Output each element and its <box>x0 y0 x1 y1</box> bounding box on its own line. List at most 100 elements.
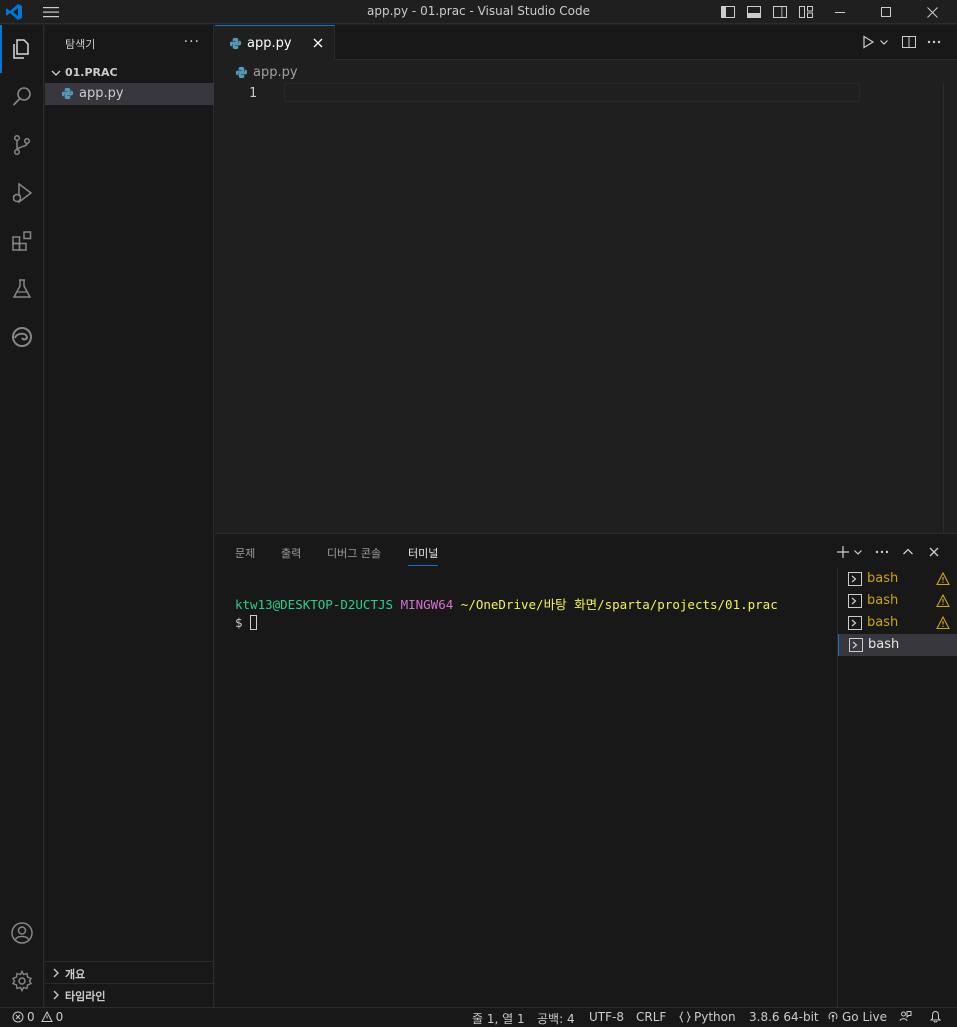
terminal-label: bash <box>867 593 899 608</box>
chevron-right-icon <box>53 990 59 1000</box>
activity-accounts[interactable] <box>0 909 44 957</box>
breadcrumb: app.py <box>215 61 957 83</box>
broadcast-icon <box>828 1011 838 1022</box>
sidebar-header: 탐색기 ··· <box>45 25 214 61</box>
outline-section[interactable]: 개요 <box>45 961 214 983</box>
toggle-primary-sidebar-icon[interactable] <box>720 4 736 20</box>
outline-label: 개요 <box>65 968 86 981</box>
end-of-line[interactable]: CRLF <box>636 1010 666 1024</box>
activity-edge-devtools[interactable] <box>0 313 44 361</box>
more-actions-icon[interactable] <box>926 34 942 50</box>
close-window-button[interactable] <box>909 0 955 24</box>
maximize-icon <box>881 7 891 17</box>
settings-gear-icon <box>11 969 33 993</box>
python-file-icon <box>235 66 248 79</box>
tab-app-py[interactable]: app.py <box>215 25 335 60</box>
explorer-sidebar: 탐색기 ··· 01.PRAC app.py 개요 타임라인 <box>45 25 214 1007</box>
minimize-button[interactable] <box>817 0 863 24</box>
timeline-label: 타임라인 <box>65 990 106 1003</box>
hamburger-menu-icon[interactable] <box>42 5 60 19</box>
breadcrumb-file[interactable]: app.py <box>253 65 298 80</box>
run-python-file-icon[interactable] <box>860 34 876 50</box>
split-editor-icon[interactable] <box>901 34 917 50</box>
terminal-instance[interactable]: bash <box>838 568 957 590</box>
terminal-label: bash <box>868 637 900 652</box>
tab-debug-console[interactable]: 디버그 콘솔 <box>327 545 381 565</box>
tab-output[interactable]: 출력 <box>281 545 301 565</box>
more-actions-icon[interactable]: ··· <box>184 34 200 50</box>
feedback-icon <box>899 1011 912 1022</box>
interpreter-label: 3.8.6 64-bit <box>749 1010 819 1024</box>
line-number: 1 <box>249 86 257 101</box>
activity-bar <box>0 25 44 1007</box>
activity-extensions[interactable] <box>0 217 44 265</box>
workspace-folder[interactable]: 01.PRAC <box>45 63 214 83</box>
eol-label: CRLF <box>636 1010 667 1024</box>
toggle-panel-icon[interactable] <box>746 4 762 20</box>
encoding[interactable]: UTF-8 <box>589 1010 624 1024</box>
activity-search[interactable] <box>0 73 44 121</box>
customize-layout-icon[interactable] <box>798 4 814 20</box>
indentation-label: 공백: 4 <box>537 1012 575 1026</box>
go-live-button[interactable]: Go Live <box>827 1010 887 1024</box>
cursor-position-label: 줄 1, 열 1 <box>472 1012 525 1026</box>
file-item-app-py[interactable]: app.py <box>45 83 214 105</box>
terminal-instance[interactable]: bash <box>838 590 957 612</box>
terminal-dropdown-chevron-icon[interactable] <box>852 544 864 560</box>
activity-testing[interactable] <box>0 265 44 313</box>
terminal-prompt: $ <box>235 615 243 630</box>
chevron-right-icon <box>53 968 59 978</box>
account-icon <box>11 922 33 944</box>
folder-label: 01.PRAC <box>65 66 118 79</box>
python-interpreter[interactable]: 3.8.6 64-bit <box>749 1010 819 1024</box>
warning-icon <box>936 616 950 630</box>
sidebar-title: 탐색기 <box>65 38 96 51</box>
close-tab-icon[interactable] <box>310 35 326 51</box>
maximize-panel-chevron-up-icon[interactable] <box>900 544 916 560</box>
search-icon <box>12 87 31 106</box>
terminal-label: bash <box>867 615 899 630</box>
bottom-panel: 문제 출력 디버그 콘솔 터미널 ktw13@DESKTOP-D2UCTJS M… <box>215 533 957 1008</box>
encoding-label: UTF-8 <box>589 1010 624 1024</box>
warning-icon <box>936 572 950 586</box>
tab-problems[interactable]: 문제 <box>235 545 255 565</box>
terminal-instance[interactable]: bash <box>838 612 957 634</box>
close-panel-icon[interactable] <box>926 544 942 560</box>
tab-terminal[interactable]: 터미널 <box>408 545 439 566</box>
close-icon <box>926 6 938 18</box>
terminal-user-host: ktw13@DESKTOP-D2UCTJS <box>235 597 394 612</box>
go-live-label: Go Live <box>842 1010 887 1024</box>
tab-label: app.py <box>247 36 292 51</box>
python-file-icon <box>61 87 74 100</box>
problems-status[interactable]: 0 0 <box>12 1010 63 1024</box>
bell-icon <box>929 1010 942 1023</box>
editor-tab-bar: app.py <box>215 25 957 60</box>
language-mode[interactable]: Python <box>679 1010 736 1024</box>
activity-manage[interactable] <box>0 957 44 1005</box>
editor-scrollbar[interactable] <box>943 83 957 533</box>
activity-run-debug[interactable] <box>0 169 44 217</box>
timeline-section[interactable]: 타임라인 <box>45 983 214 1005</box>
maximize-button[interactable] <box>863 0 909 24</box>
terminal-icon <box>848 616 862 630</box>
notifications-button[interactable] <box>929 1010 942 1023</box>
activity-explorer[interactable] <box>0 25 44 73</box>
cursor-position[interactable]: 줄 1, 열 1 <box>472 1010 525 1027</box>
indentation[interactable]: 공백: 4 <box>537 1010 575 1027</box>
python-file-icon <box>229 37 242 50</box>
terminal-tabs-list: bash bash bash bash <box>837 568 957 1008</box>
feedback-button[interactable] <box>899 1010 912 1023</box>
terminal-icon <box>849 638 863 652</box>
terminal-output[interactable]: ktw13@DESKTOP-D2UCTJS MINGW64 ~/OneDrive… <box>235 596 778 632</box>
panel-more-actions-icon[interactable] <box>874 544 890 560</box>
terminal-instance-active[interactable]: bash <box>838 634 957 656</box>
error-count: 0 <box>27 1010 35 1024</box>
terminal-icon <box>848 594 862 608</box>
new-terminal-plus-icon[interactable] <box>835 544 851 560</box>
run-dropdown-chevron-icon[interactable] <box>878 34 890 50</box>
code-editor[interactable]: 1 <box>215 83 957 533</box>
toggle-secondary-sidebar-icon[interactable] <box>772 4 788 20</box>
warning-icon <box>40 1011 53 1022</box>
terminal-path: ~/OneDrive/바탕 화면/sparta/projects/01.prac <box>460 597 778 612</box>
activity-source-control[interactable] <box>0 121 44 169</box>
